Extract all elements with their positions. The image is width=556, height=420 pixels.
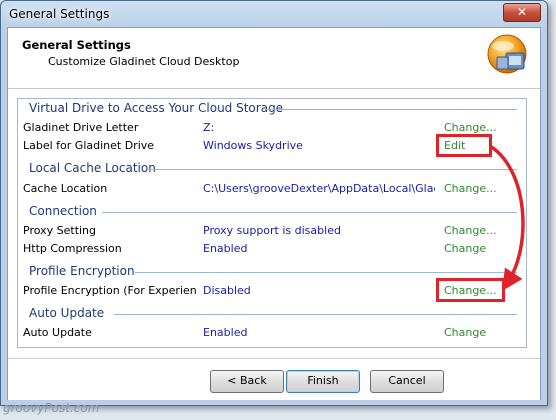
header-subtitle: Customize Gladinet Cloud Desktop <box>48 55 240 68</box>
highlight-box-change <box>436 278 505 302</box>
row-value-profile-encryption: Disabled <box>203 284 251 297</box>
close-button[interactable]: ✕ <box>503 3 541 22</box>
section-divider <box>135 272 517 273</box>
row-value-auto-update: Enabled <box>203 326 248 339</box>
gladinet-logo-icon <box>487 34 527 74</box>
close-icon: ✕ <box>516 5 528 19</box>
section-title-connection: Connection <box>29 204 97 218</box>
change-proxy-link[interactable]: Change... <box>444 224 497 237</box>
row-value-http-compression: Enabled <box>203 242 248 255</box>
row-value-proxy: Proxy support is disabled <box>203 224 341 237</box>
section-title-profile-encryption: Profile Encryption <box>29 264 135 278</box>
button-bar: < Back Finish Cancel <box>8 358 540 400</box>
window-title: General Settings <box>9 7 110 21</box>
section-title-auto-update: Auto Update <box>29 306 105 320</box>
wizard-header: General Settings Customize Gladinet Clou… <box>8 28 540 89</box>
dialog-client-area: General Settings Customize Gladinet Clou… <box>7 27 541 400</box>
row-label-proxy: Proxy Setting <box>23 224 97 237</box>
row-value-drive-label: Windows Skydrive <box>203 139 303 152</box>
section-title-virtual-drive: Virtual Drive to Access Your Cloud Stora… <box>29 101 284 115</box>
row-label-profile-encryption: Profile Encryption (For Experienc... <box>23 284 197 297</box>
back-button[interactable]: < Back <box>210 370 284 393</box>
section-divider <box>114 314 517 315</box>
title-bar[interactable]: General Settings ✕ <box>1 1 547 27</box>
row-value-drive-letter: Z: <box>203 121 215 134</box>
change-http-compression-link[interactable]: Change <box>444 242 486 255</box>
header-title: General Settings <box>22 38 131 52</box>
section-divider <box>148 169 517 170</box>
section-divider <box>102 212 517 213</box>
finish-button[interactable]: Finish <box>286 370 360 393</box>
row-label-drive-letter: Gladinet Drive Letter <box>23 121 139 134</box>
cancel-button[interactable]: Cancel <box>370 370 444 393</box>
section-divider <box>265 109 517 110</box>
row-label-http-compression: Http Compression <box>23 242 122 255</box>
change-auto-update-link[interactable]: Change <box>444 326 486 339</box>
row-value-cache-location: C:\Users\grooveDexter\AppData\Local\Glad… <box>203 182 435 195</box>
row-label-drive-label: Label for Gladinet Drive <box>23 139 155 152</box>
highlight-box-edit <box>436 134 492 157</box>
settings-panel: Virtual Drive to Access Your Cloud Stora… <box>17 98 527 348</box>
watermark: groovyPost.com <box>3 401 100 415</box>
change-cache-location-link[interactable]: Change... <box>444 182 497 195</box>
change-drive-letter-link[interactable]: Change... <box>444 121 497 134</box>
row-label-auto-update: Auto Update <box>23 326 92 339</box>
settings-window: General Settings ✕ General Settings Cust… <box>0 0 548 406</box>
section-title-cache: Local Cache Location <box>29 161 156 175</box>
row-label-cache-location: Cache Location <box>23 182 108 195</box>
